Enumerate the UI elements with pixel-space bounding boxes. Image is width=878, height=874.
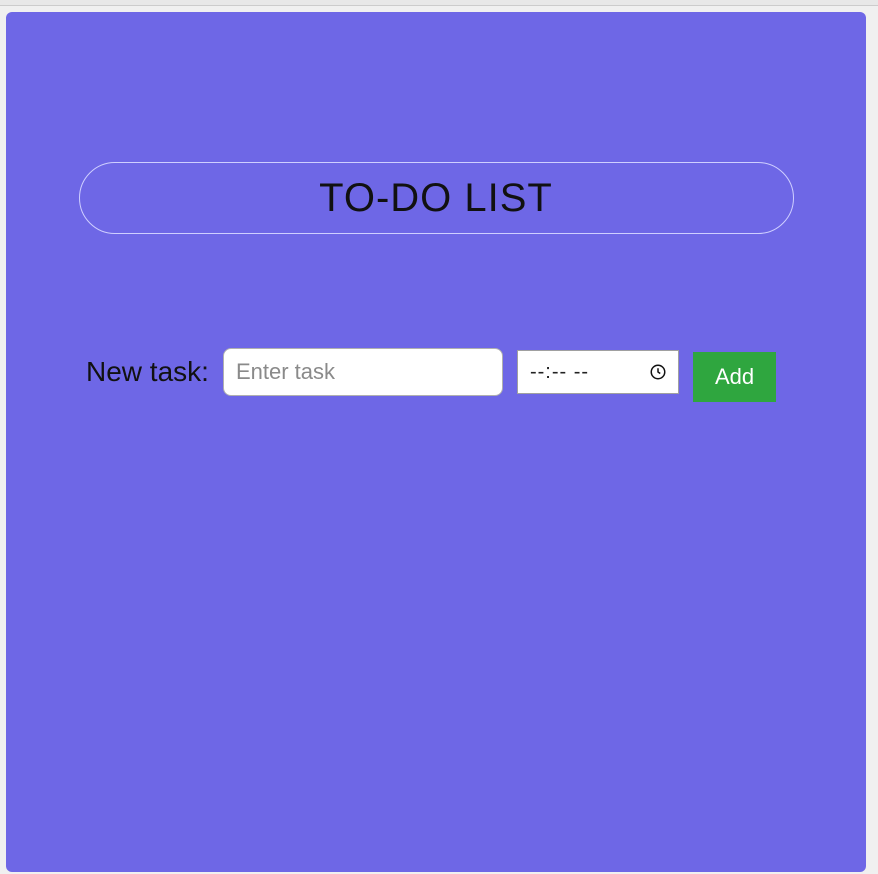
input-row: New task: --:-- -- — [86, 348, 679, 396]
time-input[interactable]: --:-- -- — [517, 350, 679, 394]
title-pill: TO-DO LIST — [79, 162, 794, 234]
new-task-form: New task: --:-- -- Add — [86, 342, 806, 402]
window-top-bar — [0, 0, 878, 6]
app-container: TO-DO LIST New task: --:-- -- Add — [6, 12, 866, 872]
new-task-label: New task: — [86, 356, 209, 388]
page-title: TO-DO LIST — [319, 176, 553, 221]
time-placeholder: --:-- -- — [530, 361, 589, 384]
task-input[interactable] — [223, 348, 503, 396]
clock-icon — [648, 362, 668, 382]
add-button[interactable]: Add — [693, 352, 776, 402]
